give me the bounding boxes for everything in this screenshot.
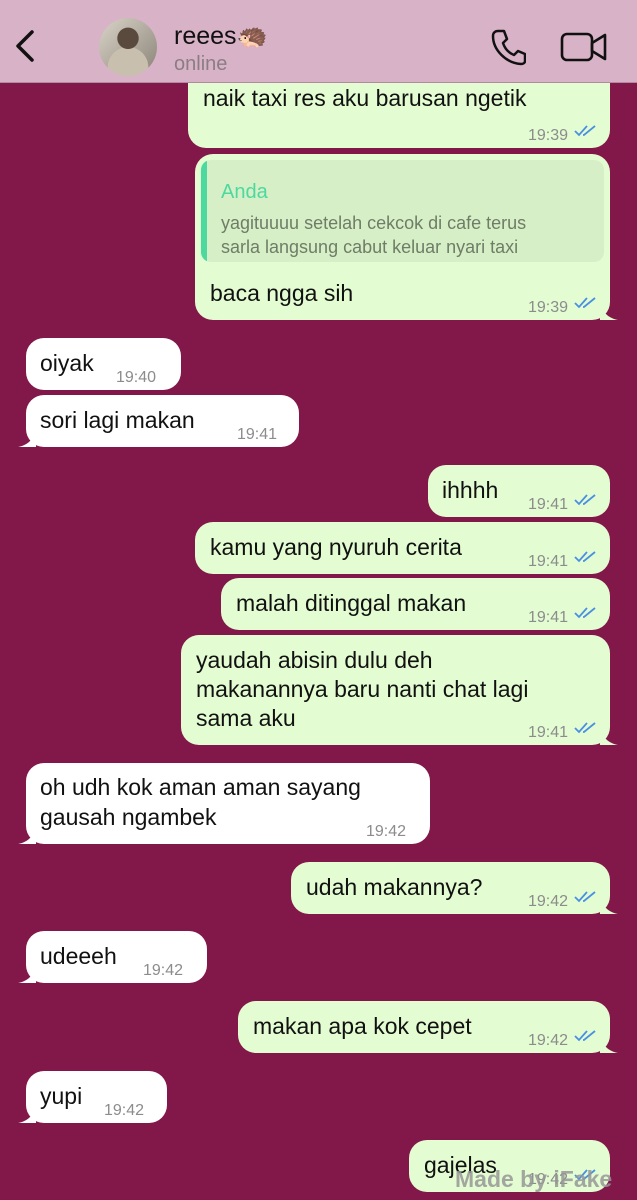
- message-time: 19:42: [143, 962, 184, 979]
- message-time: 19:41: [527, 553, 568, 570]
- message-text: makan apa kok cepet: [253, 1013, 472, 1039]
- message-bubble-incoming[interactable]: yupi 19:42: [18, 1071, 167, 1123]
- bubble-tail: [18, 826, 36, 844]
- quote-text-line: sarla langsung cabut keluar nyari taxi: [221, 237, 519, 257]
- message-time: 19:42: [104, 1102, 145, 1119]
- phone-icon: [491, 29, 527, 66]
- video-camera-icon: [560, 32, 607, 62]
- contact-name[interactable]: reees🦔: [174, 22, 268, 51]
- message-time: 19:41: [527, 724, 568, 741]
- message-text: malah ditinggal makan: [236, 590, 467, 616]
- message-text-line: oh udh kok aman aman sayang: [40, 774, 361, 800]
- message-time: 19:39: [527, 299, 568, 316]
- message-time: 19:40: [116, 369, 157, 386]
- video-call-button[interactable]: [560, 30, 608, 64]
- message-time: 19:42: [527, 893, 568, 910]
- double-check-icon: [574, 1030, 596, 1042]
- bubble-tail: [600, 1035, 618, 1053]
- message-text: udeeeh: [40, 943, 117, 969]
- message-text: naik taxi res aku barusan ngetik: [203, 85, 527, 111]
- double-check-icon: [574, 494, 596, 506]
- message-time: 19:41: [527, 496, 568, 513]
- contact-avatar[interactable]: [99, 18, 157, 76]
- quote-author: Anda: [221, 181, 268, 203]
- message-time: 19:39: [527, 127, 568, 144]
- contact-status: online: [174, 53, 228, 75]
- double-check-icon: [574, 125, 596, 137]
- message-bubble-outgoing[interactable]: ihhhh 19:41: [428, 465, 610, 517]
- double-check-icon: [574, 297, 596, 309]
- chat-header: reees🦔 online: [0, 0, 637, 83]
- message-bubble-incoming[interactable]: oh udh kok aman aman sayang gausah ngamb…: [18, 763, 430, 844]
- message-bubble-outgoing[interactable]: naik taxi res aku barusan ngetik 19:39: [188, 72, 610, 148]
- double-check-icon: [574, 607, 596, 619]
- message-time: 19:42: [366, 823, 407, 840]
- message-text-line: makanannya baru nanti chat lagi: [196, 676, 529, 702]
- message-text: udah makannya?: [306, 874, 483, 900]
- message-text: ihhhh: [442, 477, 499, 503]
- bubble-tail: [600, 896, 618, 914]
- message-bubble-incoming[interactable]: oiyak 19:40: [26, 338, 181, 390]
- message-text-line: yaudah abisin dulu deh: [196, 647, 433, 673]
- bubble-tail: [18, 429, 36, 447]
- message-text: kamu yang nyuruh cerita: [210, 534, 462, 560]
- message-text: sori lagi makan: [40, 407, 195, 433]
- message-bubble-incoming[interactable]: sori lagi makan 19:41: [18, 395, 299, 447]
- back-arrow-icon: [16, 30, 34, 62]
- message-text: baca ngga sih: [210, 280, 354, 306]
- message-bubble-incoming[interactable]: udeeeh 19:42: [18, 931, 207, 983]
- message-bubble-outgoing[interactable]: kamu yang nyuruh cerita 19:41: [195, 522, 610, 574]
- message-time: 19:41: [527, 609, 568, 626]
- back-button[interactable]: [10, 26, 40, 66]
- message-bubble-outgoing[interactable]: udah makannya? 19:42: [291, 862, 618, 914]
- message-text: yupi: [40, 1083, 83, 1109]
- quoted-message[interactable]: Anda yagituuuu setelah cekcok di cafe te…: [201, 160, 604, 262]
- message-bubble-outgoing[interactable]: makan apa kok cepet 19:42: [238, 1001, 618, 1053]
- double-check-icon: [574, 891, 596, 903]
- double-check-icon: [574, 551, 596, 563]
- message-bubble-outgoing[interactable]: malah ditinggal makan 19:41: [221, 578, 610, 630]
- voice-call-button[interactable]: [490, 28, 527, 66]
- bubble-tail: [18, 1105, 36, 1123]
- bubble-tail: [600, 302, 618, 320]
- double-check-icon: [574, 722, 596, 734]
- message-text-line: sama aku: [196, 705, 296, 731]
- message-time: 19:41: [237, 426, 278, 443]
- message-bubble-outgoing-reply[interactable]: Anda yagituuuu setelah cekcok di cafe te…: [195, 154, 618, 320]
- quote-accent-bar: [201, 160, 207, 262]
- bubble-tail: [18, 965, 36, 983]
- message-bubble-outgoing[interactable]: yaudah abisin dulu deh makanannya baru n…: [181, 635, 618, 745]
- message-text-line: gausah ngambek: [40, 804, 217, 830]
- message-text: oiyak: [40, 350, 94, 376]
- watermark: Made by iFake: [455, 1166, 613, 1192]
- message-time: 19:42: [527, 1032, 568, 1049]
- bubble-tail: [600, 727, 618, 745]
